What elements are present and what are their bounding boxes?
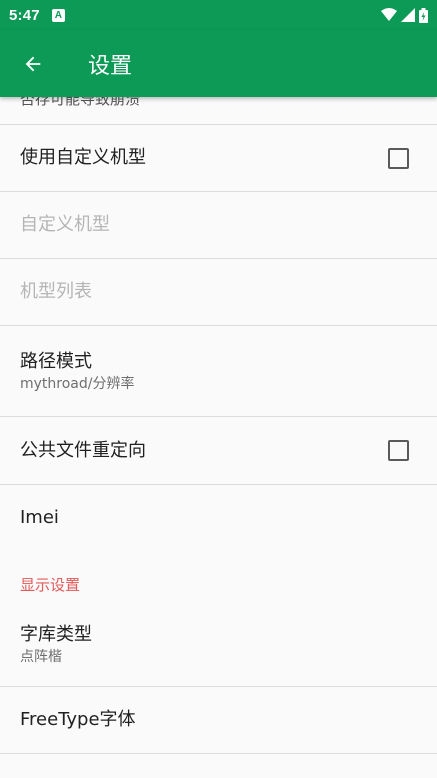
- pref-model-list[interactable]: 机型列表: [0, 259, 437, 325]
- pref-title: 自定义机型: [20, 214, 110, 235]
- pref-title: 字库类型: [20, 623, 92, 645]
- pref-freetype-font[interactable]: FreeType字体: [0, 687, 437, 753]
- cell-signal-icon: [401, 8, 415, 22]
- app-bar: 设置: [0, 30, 437, 97]
- pref-title: 机型列表: [20, 281, 92, 302]
- pref-path-mode[interactable]: 路径模式 mythroad/分辨率: [0, 326, 437, 416]
- settings-list[interactable]: 否存可能导致崩溃 使用自定义机型 自定义机型 机型列表 路径模式 mythroa…: [0, 97, 437, 778]
- pref-title: Imei: [20, 507, 59, 528]
- wifi-icon: [381, 8, 397, 21]
- arrow-back-icon: [25, 56, 41, 71]
- pref-summary: mythroad/分辨率: [20, 375, 135, 392]
- back-button[interactable]: [0, 30, 66, 97]
- divider: [0, 753, 437, 754]
- category-display-settings: 显示设置: [20, 576, 81, 594]
- clipped-summary-text: 否存可能导致崩溃: [20, 97, 141, 108]
- page-title: 设置: [88, 53, 133, 79]
- pref-public-file-redirect[interactable]: 公共文件重定向: [0, 417, 437, 484]
- public-file-redirect-checkbox[interactable]: [388, 440, 409, 461]
- status-bar: 5:47 A: [0, 0, 437, 30]
- pref-title: FreeType字体: [20, 709, 136, 730]
- use-custom-model-checkbox[interactable]: [388, 147, 409, 169]
- notification-icon: A: [51, 8, 65, 22]
- pref-title: 使用自定义机型: [20, 147, 146, 168]
- pref-title: 路径模式: [20, 350, 92, 372]
- pref-title: 公共文件重定向: [20, 439, 146, 461]
- pref-imei[interactable]: Imei: [0, 485, 437, 551]
- status-time: 5:47: [9, 6, 40, 24]
- battery-icon: [419, 7, 428, 23]
- status-icons: [381, 7, 428, 23]
- pref-use-custom-model[interactable]: 使用自定义机型: [0, 125, 437, 191]
- pref-font-type[interactable]: 字库类型 点阵楷: [0, 602, 437, 686]
- pref-custom-model[interactable]: 自定义机型: [0, 192, 437, 258]
- pref-summary: 点阵楷: [20, 648, 62, 665]
